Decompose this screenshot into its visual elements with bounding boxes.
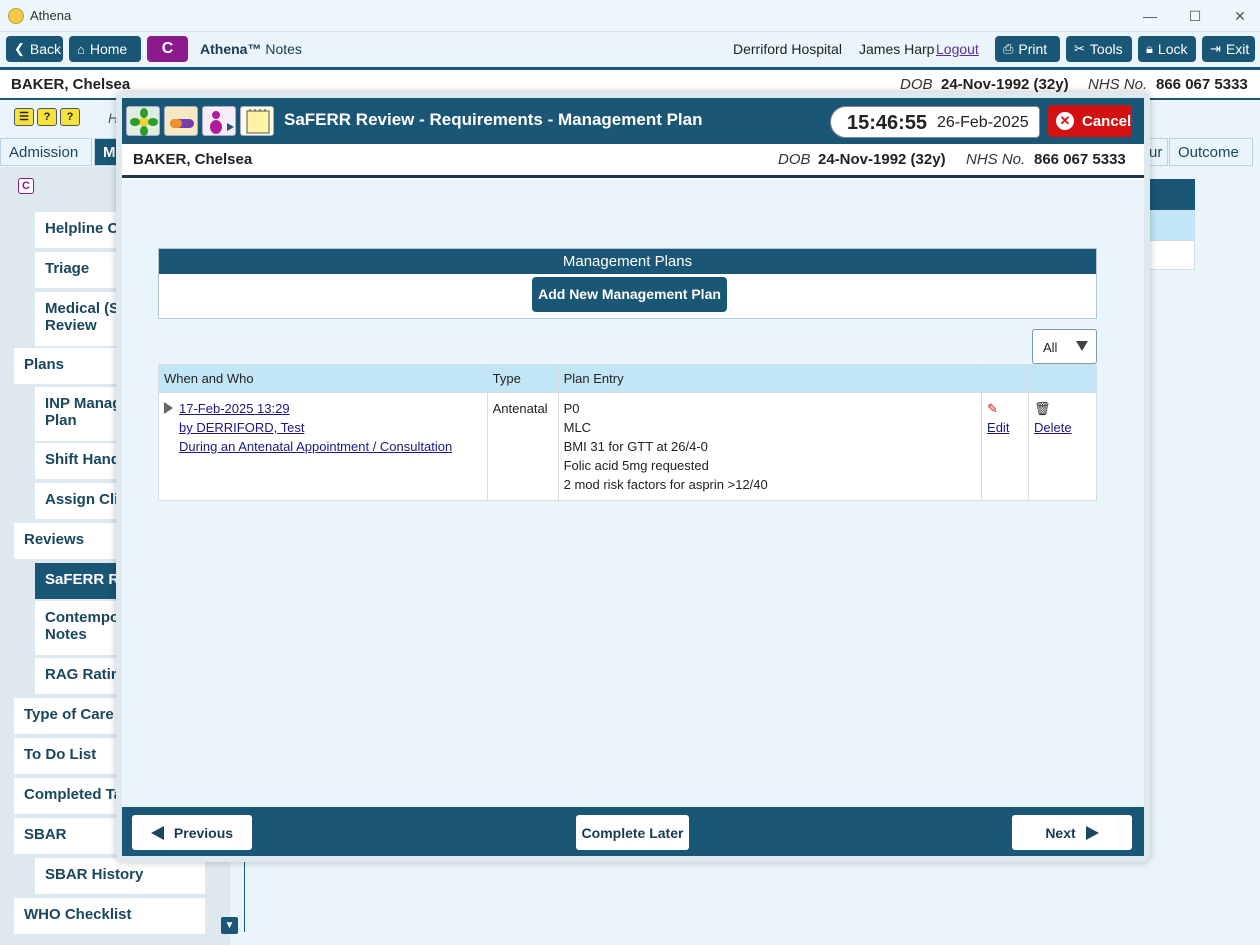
minimize-icon[interactable]: — xyxy=(1139,6,1161,26)
modal-nhs-value: 866 067 5333 xyxy=(1034,151,1126,168)
filter-value: All xyxy=(1043,340,1058,355)
athena-logo-icon xyxy=(8,8,24,24)
notepad-icon[interactable] xyxy=(240,106,274,136)
column-header: When and Who xyxy=(158,364,488,393)
modal-patient-header: BAKER, Chelsea DOB 24-Nov-1992 (32y) NHS… xyxy=(122,144,1144,178)
dropdown-arrow-icon xyxy=(1076,341,1088,351)
cancel-button[interactable]: ✕ Cancel xyxy=(1048,105,1132,137)
column-header: Plan Entry xyxy=(557,364,983,393)
modal-nhs-label: NHS No. xyxy=(966,151,1026,168)
plan-entry-line: BMI 31 for GTT at 26/4-0 xyxy=(563,439,708,454)
lock-icon: 🔒︎ xyxy=(1146,41,1153,56)
column-header: Type xyxy=(486,364,559,393)
modal-header: SaFERR Review - Requirements - Managemen… xyxy=(122,98,1144,144)
column-header-edit xyxy=(981,364,1029,393)
lock-button[interactable]: 🔒︎ Lock xyxy=(1138,36,1196,62)
list-help-icon[interactable]: ☰ xyxy=(14,108,34,126)
flower-icon[interactable] xyxy=(126,106,160,136)
pencil-icon[interactable]: ✎ xyxy=(987,401,998,416)
previous-button[interactable]: Previous xyxy=(132,815,252,850)
arrow-right-icon xyxy=(1085,825,1099,840)
dob-value: 24-Nov-1992 (32y) xyxy=(941,76,1069,93)
sidebar-item-who-checklist[interactable]: WHO Checklist xyxy=(14,898,205,934)
type-cell: Antenatal xyxy=(486,392,559,501)
tab-outcome[interactable]: Outcome xyxy=(1169,138,1253,166)
modal-dob-value: 24-Nov-1992 (32y) xyxy=(818,151,946,168)
edit-link[interactable]: Edit xyxy=(987,420,1009,435)
plan-context-link[interactable]: During an Antenatal Appointment / Consul… xyxy=(179,437,452,456)
expand-triangle-icon[interactable] xyxy=(164,402,173,414)
plan-entry-line: 2 mod risk factors for asprin >12/40 xyxy=(563,477,768,492)
add-management-plan-button[interactable]: Add New Management Plan xyxy=(532,277,727,312)
exit-icon: ⇥ xyxy=(1210,41,1221,56)
help-icon[interactable]: ? xyxy=(37,108,57,126)
patient-name: BAKER, Chelsea xyxy=(11,76,131,93)
next-button[interactable]: Next xyxy=(1012,815,1132,850)
when-who-cell: 17-Feb-2025 13:29 by DERRIFORD, Test Dur… xyxy=(158,392,488,501)
modal-title: SaFERR Review - Requirements - Managemen… xyxy=(284,110,703,129)
hospital-name: Derriford Hospital xyxy=(733,41,842,57)
person-icon[interactable] xyxy=(202,106,236,136)
clock: 15:46:55 26-Feb-2025 xyxy=(830,106,1040,138)
sidebar-item-sbar-history[interactable]: SBAR History xyxy=(35,858,205,894)
column-header-delete xyxy=(1028,364,1097,393)
back-button[interactable]: ❮ Back xyxy=(6,36,63,62)
c-small-icon: C xyxy=(18,178,34,194)
tab-management[interactable]: M xyxy=(94,138,118,166)
nhs-value: 866 067 5333 xyxy=(1156,76,1248,93)
maximize-icon[interactable]: ☐ xyxy=(1184,6,1206,26)
plan-entry-line: Folic acid 5mg requested xyxy=(563,458,709,473)
trash-icon[interactable]: 🗑︎ xyxy=(1034,401,1051,416)
c-badge-button[interactable]: C xyxy=(147,36,188,62)
plan-entry-line: P0 xyxy=(563,401,580,416)
complete-later-button[interactable]: Complete Later xyxy=(576,815,689,850)
delete-cell: 🗑︎ Delete xyxy=(1028,392,1097,501)
close-circle-icon: ✕ xyxy=(1056,112,1074,130)
management-plans-table: When and Who Type Plan Entry 17-Feb-2025… xyxy=(158,364,1097,501)
modal-patient-name: BAKER, Chelsea xyxy=(133,151,253,168)
table-header-row: When and Who Type Plan Entry xyxy=(158,364,1097,393)
home-icon: ⌂ xyxy=(77,41,85,57)
dob-label: DOB xyxy=(900,76,933,93)
filter-select[interactable]: All xyxy=(1032,329,1097,364)
app-name: Athena™ Notes xyxy=(200,41,302,57)
plan-entry-line: MLC xyxy=(563,420,592,435)
clock-time: 15:46:55 xyxy=(847,112,928,134)
logout-link[interactable]: Logout xyxy=(936,41,979,57)
edit-cell: ✎ Edit xyxy=(981,392,1029,501)
modal-footer: Previous Complete Later Next xyxy=(122,807,1144,856)
tools-icon: ✂ xyxy=(1074,41,1085,56)
table-row: 17-Feb-2025 13:29 by DERRIFORD, Test Dur… xyxy=(158,392,1097,501)
plan-author-link[interactable]: by DERRIFORD, Test xyxy=(179,418,452,437)
home-button[interactable]: ⌂ Home xyxy=(69,36,141,62)
user-name: James Harp xyxy=(859,41,935,57)
scroll-down-icon[interactable]: ▼ xyxy=(221,917,238,934)
management-plans-panel: Management Plans Add New Management Plan xyxy=(158,248,1097,319)
nhs-label: NHS No. xyxy=(1088,76,1148,93)
plan-date-link[interactable]: 17-Feb-2025 13:29 xyxy=(179,399,452,418)
arrow-left-icon xyxy=(150,825,164,840)
clock-date: 26-Feb-2025 xyxy=(937,114,1029,131)
tools-button[interactable]: ✂ Tools xyxy=(1066,36,1132,62)
print-button[interactable]: ⎙ Print xyxy=(995,36,1060,62)
saferr-modal: SaFERR Review - Requirements - Managemen… xyxy=(116,92,1150,862)
tab-admission[interactable]: Admission xyxy=(0,138,92,166)
delete-link[interactable]: Delete xyxy=(1034,420,1072,435)
window-title: Athena xyxy=(30,8,72,23)
printer-icon: ⎙ xyxy=(1003,41,1014,56)
window-titlebar: Athena — ☐ ✕ xyxy=(0,0,1260,32)
chevron-left-icon: ❮ xyxy=(14,41,25,56)
plan-entry-cell: P0 MLC BMI 31 for GTT at 26/4-0 Folic ac… xyxy=(557,392,983,501)
close-icon[interactable]: ✕ xyxy=(1229,6,1251,26)
help-alt-icon[interactable]: ? xyxy=(60,108,80,126)
medication-icon[interactable] xyxy=(164,106,198,136)
modal-dob-label: DOB xyxy=(778,151,811,168)
management-plans-header: Management Plans xyxy=(159,249,1096,274)
exit-button[interactable]: ⇥ Exit xyxy=(1202,36,1255,62)
